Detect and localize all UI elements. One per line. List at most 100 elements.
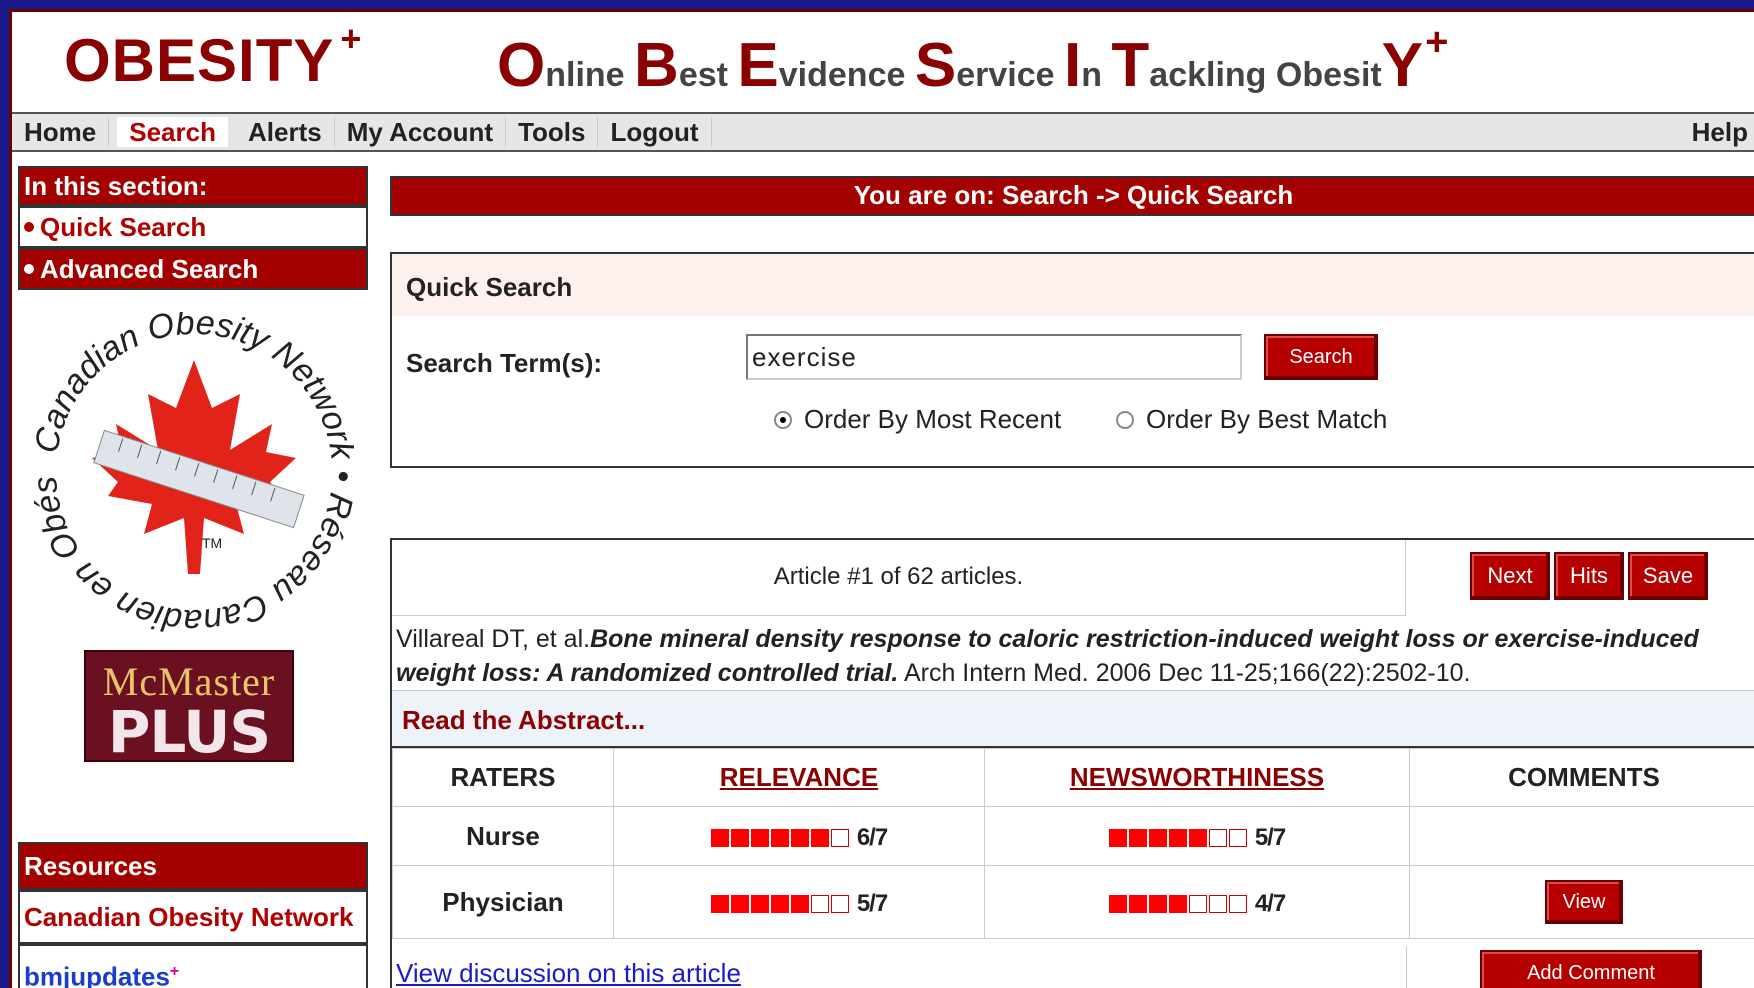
brand-name: OBESITY [64, 27, 335, 94]
article-authors: Villareal DT, et al. [396, 625, 591, 653]
nav-help[interactable]: Help [1680, 117, 1754, 147]
nav-logout[interactable]: Logout [598, 117, 712, 147]
rating-filled-square [790, 828, 809, 847]
view-discussion-link[interactable]: View discussion on this article [396, 958, 741, 988]
sidebar-quick-search-label: Quick Search [40, 212, 207, 242]
radio-unselected-icon[interactable] [1116, 410, 1134, 429]
add-comment-button[interactable]: Add Comment [1480, 950, 1702, 988]
sidebar-advanced-search-label: Advanced Search [40, 254, 259, 284]
relevance-score: 5/7 [856, 889, 888, 917]
table-row: Nurse 6/7 5/7 [392, 806, 1754, 866]
rating-filled-square [1128, 828, 1147, 847]
rating-filled-square [1188, 828, 1207, 847]
rating-filled-square [1148, 894, 1167, 913]
rating-empty-square [830, 894, 849, 913]
rating-filled-square [1128, 894, 1147, 913]
order-most-recent-label: Order By Most Recent [804, 404, 1062, 434]
table-row: Physician 5/7 4/7 View [392, 865, 1754, 939]
raters-header: RATERS [392, 748, 614, 807]
rating-filled-square [710, 828, 729, 847]
newsworthiness-rating: 5/7 [984, 806, 1410, 866]
view-comment-button[interactable]: View [1545, 880, 1623, 924]
rating-filled-square [770, 828, 789, 847]
order-best-match-radio[interactable]: Order By Best Match [1116, 404, 1387, 435]
read-abstract-link[interactable]: Read the Abstract... [402, 705, 645, 736]
ratings-table: RATERS RELEVANCE NEWSWORTHINESS COMMENTS… [392, 748, 1754, 939]
resource-bmj-label: bmjupdates [24, 961, 170, 988]
rating-empty-square [1228, 894, 1247, 913]
newsworthiness-score: 4/7 [1254, 889, 1286, 917]
comment-cell: View [1409, 865, 1754, 939]
newsworthiness-header[interactable]: NEWSWORTHINESS [984, 748, 1410, 807]
nav-home[interactable]: Home [12, 117, 110, 147]
rater-name: Nurse [392, 806, 614, 866]
resource-bmjupdates[interactable]: bmjupdates+ [18, 944, 368, 988]
rating-filled-square [790, 894, 809, 913]
quick-search-title-bar: Quick Search [392, 254, 1754, 316]
tagline-word: Obesit [1275, 56, 1382, 94]
tagline-initial: B [634, 31, 679, 100]
next-button[interactable]: Next [1470, 552, 1550, 600]
relevance-header[interactable]: RELEVANCE [613, 748, 985, 807]
newsworthiness-header-link[interactable]: NEWSWORTHINESS [1070, 762, 1324, 792]
rating-filled-square [770, 894, 789, 913]
page-frame: OBESITY + Online Best Evidence Service In… [9, 9, 1754, 988]
search-input[interactable] [746, 334, 1242, 380]
top-navigation: Home Search Alerts My Account Tools Logo… [12, 112, 1754, 152]
rating-filled-square [730, 894, 749, 913]
save-button[interactable]: Save [1628, 552, 1708, 600]
article-citation: Villareal DT, et al.Bone mineral density… [396, 622, 1746, 690]
sidebar-advanced-search[interactable]: Advanced Search [18, 248, 368, 290]
quick-search-panel: Quick Search Search Term(s): Search Orde… [390, 252, 1754, 468]
tagline-word: nline [545, 56, 635, 94]
newsworthiness-rating: 4/7 [984, 865, 1410, 939]
article-count: Article #1 of 62 articles. [392, 540, 1406, 616]
site-logo: OBESITY + [64, 18, 362, 95]
bullet-icon [24, 222, 34, 233]
bullet-icon [24, 264, 34, 275]
abstract-bar: Read the Abstract... [392, 690, 1754, 748]
order-most-recent-radio[interactable]: Order By Most Recent [774, 404, 1061, 435]
newsworthiness-bar [1108, 828, 1249, 847]
newsworthiness-bar [1108, 894, 1249, 913]
relevance-rating: 6/7 [613, 806, 985, 866]
nav-search[interactable]: Search [117, 117, 228, 147]
tagline-initial: T [1111, 31, 1150, 100]
tagline-word: est [678, 56, 738, 94]
relevance-bar [710, 828, 851, 847]
comments-header: COMMENTS [1409, 748, 1754, 807]
ratings-header-row: RATERS RELEVANCE NEWSWORTHINESS COMMENTS [392, 748, 1754, 807]
nav-my-account[interactable]: My Account [335, 117, 507, 147]
relevance-header-link[interactable]: RELEVANCE [720, 762, 878, 792]
rating-empty-square [1188, 894, 1207, 913]
tagline-word: n [1081, 56, 1112, 94]
quick-search-title: Quick Search [406, 272, 573, 302]
rating-empty-square [1208, 828, 1227, 847]
rating-empty-square [1228, 828, 1247, 847]
rater-name: Physician [392, 865, 614, 939]
relevance-bar [710, 894, 851, 913]
tagline-initial: I [1063, 31, 1082, 100]
resources-heading: Resources [18, 842, 368, 890]
rating-filled-square [810, 828, 829, 847]
nav-alerts[interactable]: Alerts [236, 117, 335, 147]
rating-empty-square [830, 828, 849, 847]
newsworthiness-score: 5/7 [1254, 823, 1286, 851]
hits-button[interactable]: Hits [1554, 552, 1624, 600]
mcmaster-plus-logo: McMaster PLUS [84, 650, 294, 762]
logo-tm: TM [202, 535, 222, 551]
order-best-match-label: Order By Best Match [1146, 404, 1388, 434]
rating-filled-square [1168, 894, 1187, 913]
rating-filled-square [710, 894, 729, 913]
rating-filled-square [730, 828, 749, 847]
rating-empty-square [1208, 894, 1227, 913]
sidebar-quick-search[interactable]: Quick Search [18, 206, 368, 248]
tagline-word: ervice [956, 56, 1064, 94]
resource-bmj-plus: + [169, 963, 180, 980]
search-button[interactable]: Search [1264, 334, 1378, 380]
nav-tools[interactable]: Tools [506, 117, 599, 147]
tagline-initial: Y [1381, 31, 1424, 100]
resource-canadian-obesity-network[interactable]: Canadian Obesity Network [18, 890, 368, 944]
radio-selected-icon[interactable] [774, 410, 792, 429]
canadian-obesity-network-logo: Canadian Obesity Network • Réseau Canadi… [25, 282, 363, 640]
